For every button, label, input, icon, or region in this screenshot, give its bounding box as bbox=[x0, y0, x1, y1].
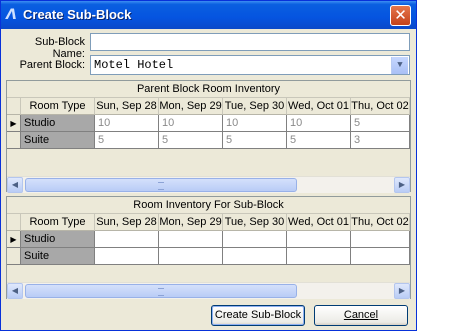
app-logo-icon: Λ bbox=[6, 7, 17, 23]
create-subblock-dialog: Λ Create Sub-Block ✕ Sub-Block Name: Par… bbox=[0, 0, 417, 331]
inventory-input-cell[interactable] bbox=[223, 231, 287, 248]
table-row[interactable]: Suite bbox=[7, 248, 410, 265]
row-header bbox=[7, 132, 21, 149]
inventory-input-cell[interactable] bbox=[287, 231, 351, 248]
scroll-right-icon[interactable]: ▶ bbox=[394, 283, 410, 299]
inventory-cell: 5 bbox=[95, 132, 159, 149]
table-row[interactable]: ▶ Studio 10 10 10 10 5 bbox=[7, 115, 410, 132]
room-type-cell: Suite bbox=[21, 132, 95, 149]
inventory-input-cell[interactable] bbox=[223, 248, 287, 265]
cancel-button-label: Cancel bbox=[343, 309, 379, 321]
column-header[interactable]: Sun, Sep 28 bbox=[95, 98, 159, 115]
table-row[interactable]: ▶ Studio bbox=[7, 231, 410, 248]
parent-block-label: Parent Block: bbox=[19, 59, 85, 71]
inventory-input-cell[interactable] bbox=[287, 248, 351, 265]
inventory-input-cell[interactable] bbox=[95, 248, 159, 265]
column-header[interactable]: Wed, Oct 01 bbox=[287, 98, 351, 115]
inventory-cell: 10 bbox=[287, 115, 351, 132]
scroll-left-icon[interactable]: ◀ bbox=[7, 177, 23, 193]
row-header bbox=[7, 248, 21, 265]
subblock-inventory-title: Room Inventory For Sub-Block bbox=[7, 197, 410, 214]
chevron-down-icon[interactable]: ▼ bbox=[391, 57, 408, 74]
subblock-name-input[interactable] bbox=[90, 33, 410, 51]
inventory-cell: 10 bbox=[95, 115, 159, 132]
header-row: Room Type Sun, Sep 28 Mon, Sep 29 Tue, S… bbox=[7, 98, 410, 115]
column-header[interactable]: Sun, Sep 28 bbox=[95, 214, 159, 231]
scroll-left-icon[interactable]: ◀ bbox=[7, 283, 23, 299]
create-subblock-button[interactable]: Create Sub-Block bbox=[211, 305, 305, 326]
inventory-input-cell[interactable] bbox=[159, 231, 223, 248]
parent-inventory-title: Parent Block Room Inventory bbox=[7, 81, 410, 98]
grip-icon bbox=[158, 288, 164, 296]
scrollbar-thumb[interactable] bbox=[25, 284, 297, 298]
column-header[interactable]: Room Type bbox=[21, 214, 95, 231]
column-header[interactable]: Tue, Sep 30 bbox=[223, 214, 287, 231]
column-header[interactable]: Wed, Oct 01 bbox=[287, 214, 351, 231]
inventory-cell: 3 bbox=[351, 132, 410, 149]
row-pointer-icon: ▶ bbox=[7, 231, 21, 248]
column-header[interactable]: Thu, Oct 02 bbox=[351, 214, 410, 231]
room-type-cell: Suite bbox=[21, 248, 95, 265]
column-header[interactable]: Mon, Sep 29 bbox=[159, 214, 223, 231]
cancel-button[interactable]: Cancel bbox=[314, 305, 408, 326]
scroll-right-icon[interactable]: ▶ bbox=[394, 177, 410, 193]
inventory-input-cell[interactable] bbox=[95, 231, 159, 248]
room-type-cell: Studio bbox=[21, 115, 95, 132]
close-button[interactable]: ✕ bbox=[390, 5, 411, 26]
column-header[interactable]: Tue, Sep 30 bbox=[223, 98, 287, 115]
inventory-cell: 5 bbox=[159, 132, 223, 149]
column-header[interactable]: Mon, Sep 29 bbox=[159, 98, 223, 115]
inventory-input-cell[interactable] bbox=[159, 248, 223, 265]
inventory-input-cell[interactable] bbox=[351, 231, 410, 248]
header-row: Room Type Sun, Sep 28 Mon, Sep 29 Tue, S… bbox=[7, 214, 410, 231]
grip-icon bbox=[158, 182, 164, 190]
inventory-cell: 5 bbox=[287, 132, 351, 149]
parent-block-select[interactable]: Motel Hotel ▼ bbox=[90, 55, 410, 75]
column-header[interactable]: Thu, Oct 02 bbox=[351, 98, 410, 115]
subblock-name-label: Sub-Block Name: bbox=[34, 36, 85, 60]
row-pointer-icon: ▶ bbox=[7, 115, 21, 132]
corner-header bbox=[7, 214, 21, 231]
inventory-cell: 5 bbox=[223, 132, 287, 149]
scrollbar-thumb[interactable] bbox=[25, 178, 297, 192]
corner-header bbox=[7, 98, 21, 115]
parent-inventory-hscrollbar[interactable]: ◀ ▶ bbox=[7, 176, 410, 193]
inventory-cell: 10 bbox=[159, 115, 223, 132]
subblock-inventory-hscrollbar[interactable]: ◀ ▶ bbox=[7, 282, 410, 299]
inventory-cell: 10 bbox=[223, 115, 287, 132]
parent-block-value: Motel Hotel bbox=[94, 58, 174, 72]
table-row[interactable]: Suite 5 5 5 5 3 bbox=[7, 132, 410, 149]
inventory-input-cell[interactable] bbox=[351, 248, 410, 265]
inventory-cell: 5 bbox=[351, 115, 410, 132]
column-header[interactable]: Room Type bbox=[21, 98, 95, 115]
window-title: Create Sub-Block bbox=[23, 7, 132, 22]
room-type-cell: Studio bbox=[21, 231, 95, 248]
title-bar[interactable]: Λ Create Sub-Block ✕ bbox=[1, 1, 416, 29]
